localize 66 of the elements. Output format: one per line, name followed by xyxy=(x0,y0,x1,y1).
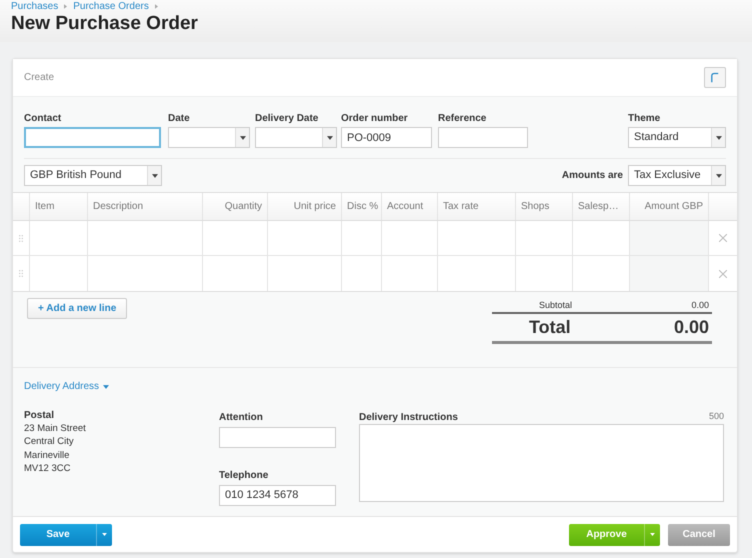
postal-label: Postal xyxy=(24,409,56,422)
field-label: Order number xyxy=(341,112,409,126)
options-button[interactable] xyxy=(704,67,726,88)
field-label: Amounts are xyxy=(562,169,623,183)
subtotal-label: Subtotal xyxy=(539,299,572,312)
column-header[interactable]: Tax rate xyxy=(443,199,479,214)
column-header[interactable]: Shops xyxy=(521,199,550,214)
page-title: New Purchase Order xyxy=(11,13,199,35)
cancel-button[interactable]: Cancel xyxy=(668,524,730,546)
caret-icon xyxy=(650,533,655,536)
input-field[interactable] xyxy=(438,127,528,148)
field-label: Attention xyxy=(219,411,264,424)
caret-icon xyxy=(716,174,722,178)
column-header[interactable]: Item xyxy=(35,199,54,214)
field-label: Theme xyxy=(628,112,662,126)
instructions-textarea[interactable] xyxy=(359,424,724,502)
input-field[interactable] xyxy=(24,127,161,148)
input-field[interactable]: PO-0009 xyxy=(341,127,432,148)
field-label: Telephone xyxy=(219,469,270,482)
currency-select[interactable]: GBP British Pound xyxy=(24,165,162,186)
table-cell[interactable] xyxy=(630,256,709,291)
field-label: Date xyxy=(168,112,191,126)
address-line: MV12 3CC xyxy=(24,462,72,476)
caret-icon xyxy=(152,174,158,178)
field-label: Delivery Date xyxy=(255,112,320,126)
drag-handle-icon[interactable] xyxy=(19,234,23,242)
input-field[interactable] xyxy=(219,426,336,448)
breadcrumb-link[interactable]: Purchase Orders xyxy=(73,0,149,14)
close-icon[interactable] xyxy=(719,234,727,242)
column-header[interactable]: Disc % xyxy=(347,199,378,214)
address-line: 23 Main Street xyxy=(24,422,87,436)
chevron-icon xyxy=(64,4,68,9)
caret-icon xyxy=(716,136,722,140)
drag-handle-icon[interactable] xyxy=(19,270,23,277)
field-label: Reference xyxy=(438,112,488,126)
column-header[interactable]: Amount GBP xyxy=(644,199,703,214)
address-line: Central City xyxy=(24,435,75,449)
amounts-select[interactable]: Tax Exclusive xyxy=(628,165,726,186)
corner-icon xyxy=(711,72,719,83)
column-header[interactable]: Unit price xyxy=(294,199,336,214)
subtotal-value: 0.00 xyxy=(691,299,709,312)
address-line: Marineville xyxy=(24,448,70,462)
date-picker[interactable] xyxy=(255,127,337,148)
breadcrumb-link[interactable]: Purchases xyxy=(11,0,58,14)
column-header[interactable]: Quantity xyxy=(224,199,262,214)
caret-icon xyxy=(240,136,246,140)
character-count: 500 xyxy=(708,410,724,423)
table-cell[interactable] xyxy=(630,221,709,255)
total-value: 0.00 xyxy=(674,316,709,339)
total-label: Total xyxy=(529,316,571,339)
chevron-icon xyxy=(154,4,158,9)
card-title: Create xyxy=(24,71,54,85)
field-label: Contact xyxy=(24,112,62,126)
caret-icon xyxy=(326,136,332,140)
input-field[interactable]: 010 1234 5678 xyxy=(219,484,336,506)
caret-icon xyxy=(102,533,107,536)
close-icon[interactable] xyxy=(719,270,727,278)
date-picker[interactable] xyxy=(168,127,250,148)
add-line-button[interactable]: + Add a new line xyxy=(27,298,128,319)
delivery-address-toggle[interactable]: Delivery Address xyxy=(24,379,110,394)
theme-select[interactable]: Standard xyxy=(628,127,726,148)
column-header[interactable]: Account xyxy=(387,199,424,214)
column-header[interactable]: Description xyxy=(93,199,144,214)
field-label: Delivery Instructions xyxy=(359,411,458,424)
column-header[interactable]: Salesp… xyxy=(578,199,619,214)
caret-icon xyxy=(103,384,110,388)
